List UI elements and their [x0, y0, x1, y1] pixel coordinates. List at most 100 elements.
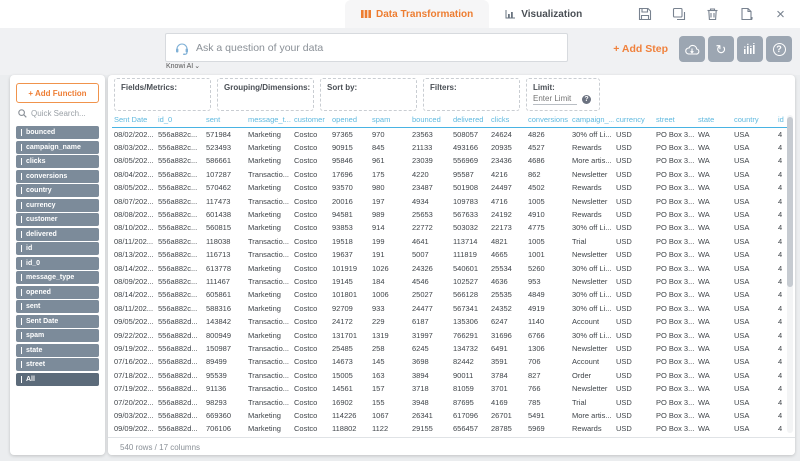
sidebar-field-id-0[interactable]: id_0 — [16, 257, 99, 270]
cell: 30% off Li... — [570, 302, 614, 315]
cell: 23436 — [489, 154, 526, 167]
sidebar-field-spam[interactable]: spam — [16, 329, 99, 342]
cell: 556a882d... — [156, 409, 204, 422]
cell: USD — [614, 208, 654, 221]
cell: 567633 — [451, 208, 489, 221]
sidebar-field-street[interactable]: street — [16, 358, 99, 371]
sidebar-field-conversions[interactable]: conversions — [16, 170, 99, 183]
download-button[interactable] — [679, 36, 705, 62]
cell: 93853 — [330, 221, 370, 234]
column-header[interactable]: state — [696, 113, 732, 128]
cell: 5007 — [410, 248, 451, 261]
cell: 4686 — [526, 154, 570, 167]
result-grid: Sent Dateid_0sentmessage_t...customerope… — [112, 113, 790, 437]
vertical-scrollbar[interactable] — [787, 115, 793, 433]
scrollbar-thumb[interactable] — [787, 117, 793, 287]
column-header[interactable]: customer — [292, 113, 330, 128]
column-header[interactable]: delivered — [451, 113, 489, 128]
sidebar-field-opened[interactable]: opened — [16, 286, 99, 299]
cell: 862 — [526, 168, 570, 181]
add-function-button[interactable]: + Add Function — [16, 83, 99, 103]
cell: 102527 — [451, 275, 489, 288]
cell: WA — [696, 194, 732, 207]
sidebar-field-message-type[interactable]: message_type — [16, 271, 99, 284]
column-header[interactable]: spam — [370, 113, 410, 128]
fields-metrics-dropzone[interactable]: Fields/Metrics: — [114, 78, 211, 111]
sidebar-field-customer[interactable]: customer — [16, 213, 99, 226]
cell: Transactio... — [246, 382, 292, 395]
cell: 3784 — [489, 369, 526, 382]
column-header[interactable]: conversions — [526, 113, 570, 128]
pill-label: state — [26, 347, 42, 354]
table-row: 08/05/202...556a882c...586661MarketingCo… — [112, 154, 790, 167]
sidebar-field-sent-date[interactable]: Sent Date — [16, 315, 99, 328]
limit-input[interactable] — [533, 94, 577, 105]
sidebar-field-bounced[interactable]: bounced — [16, 126, 99, 139]
cell: Costco — [292, 248, 330, 261]
quick-search-input[interactable]: Quick Search... — [18, 109, 97, 118]
column-header[interactable]: bounced — [410, 113, 451, 128]
cell: WA — [696, 382, 732, 395]
cell: 23487 — [410, 181, 451, 194]
cell: 07/18/202... — [112, 369, 156, 382]
filters-dropzone[interactable]: Filters: — [423, 78, 520, 111]
column-header[interactable]: campaign_... — [570, 113, 614, 128]
export-icon[interactable] — [739, 7, 754, 22]
sidebar-field-sent[interactable]: sent — [16, 300, 99, 313]
text-cursor-icon — [21, 231, 22, 238]
cell: USA — [732, 409, 776, 422]
save-icon[interactable] — [637, 7, 652, 22]
cell: 4502 — [526, 181, 570, 194]
sidebar-field-clicks[interactable]: clicks — [16, 155, 99, 168]
column-header[interactable]: Sent Date — [112, 113, 156, 128]
trash-icon[interactable] — [705, 7, 720, 22]
cell: 134732 — [451, 342, 489, 355]
cell: 81059 — [451, 382, 489, 395]
column-header[interactable]: message_t... — [246, 113, 292, 128]
sidebar-field-all[interactable]: All — [16, 373, 99, 386]
cell: USA — [732, 194, 776, 207]
cell: 556a882d... — [156, 369, 204, 382]
cell: Costco — [292, 342, 330, 355]
chart-button[interactable] — [737, 36, 763, 62]
refresh-button[interactable]: ↻ — [708, 36, 734, 62]
column-header[interactable]: clicks — [489, 113, 526, 128]
help-button[interactable]: ? — [766, 36, 792, 62]
cell: USA — [732, 369, 776, 382]
sidebar-field-state[interactable]: state — [16, 344, 99, 357]
add-step-button[interactable]: + Add Step — [613, 43, 668, 55]
sort-by-dropzone[interactable]: Sort by: — [320, 78, 417, 111]
cell: 556a882c... — [156, 302, 204, 315]
cell: PO Box 3... — [654, 194, 696, 207]
cell: 97365 — [330, 128, 370, 141]
tab-visualization[interactable]: Visualization — [489, 0, 598, 28]
text-cursor-icon — [21, 347, 22, 354]
chevron-down-icon: ⌄ — [194, 64, 200, 70]
sidebar-field-currency[interactable]: currency — [16, 199, 99, 212]
cell: 87695 — [451, 395, 489, 408]
limit-help-icon[interactable]: ? — [582, 95, 591, 104]
cell: USA — [732, 261, 776, 274]
close-icon[interactable]: × — [773, 7, 788, 22]
cell: 6247 — [489, 315, 526, 328]
sidebar-field-campaign-name[interactable]: campaign_name — [16, 141, 99, 154]
column-header[interactable]: street — [654, 113, 696, 128]
ask-question-input[interactable]: Ask a question of your data — [165, 33, 568, 62]
column-header[interactable]: currency — [614, 113, 654, 128]
column-header[interactable]: sent — [204, 113, 246, 128]
cell: USD — [614, 141, 654, 154]
sidebar-field-id[interactable]: id — [16, 242, 99, 255]
sidebar-field-country[interactable]: country — [16, 184, 99, 197]
knowi-ai-dropdown[interactable]: Knowi AI ⌄ — [166, 63, 200, 70]
sidebar-field-delivered[interactable]: delivered — [16, 228, 99, 241]
column-header[interactable]: id_0 — [156, 113, 204, 128]
cell: 09/03/202... — [112, 409, 156, 422]
cell: 953 — [526, 275, 570, 288]
window-actions: × — [637, 0, 788, 28]
tab-data-transformation[interactable]: Data Transformation — [345, 0, 489, 28]
grouping-dimensions-dropzone[interactable]: Grouping/Dimensions: — [217, 78, 314, 111]
column-header[interactable]: country — [732, 113, 776, 128]
cell: 588316 — [204, 302, 246, 315]
duplicate-icon[interactable] — [671, 7, 686, 22]
column-header[interactable]: opened — [330, 113, 370, 128]
